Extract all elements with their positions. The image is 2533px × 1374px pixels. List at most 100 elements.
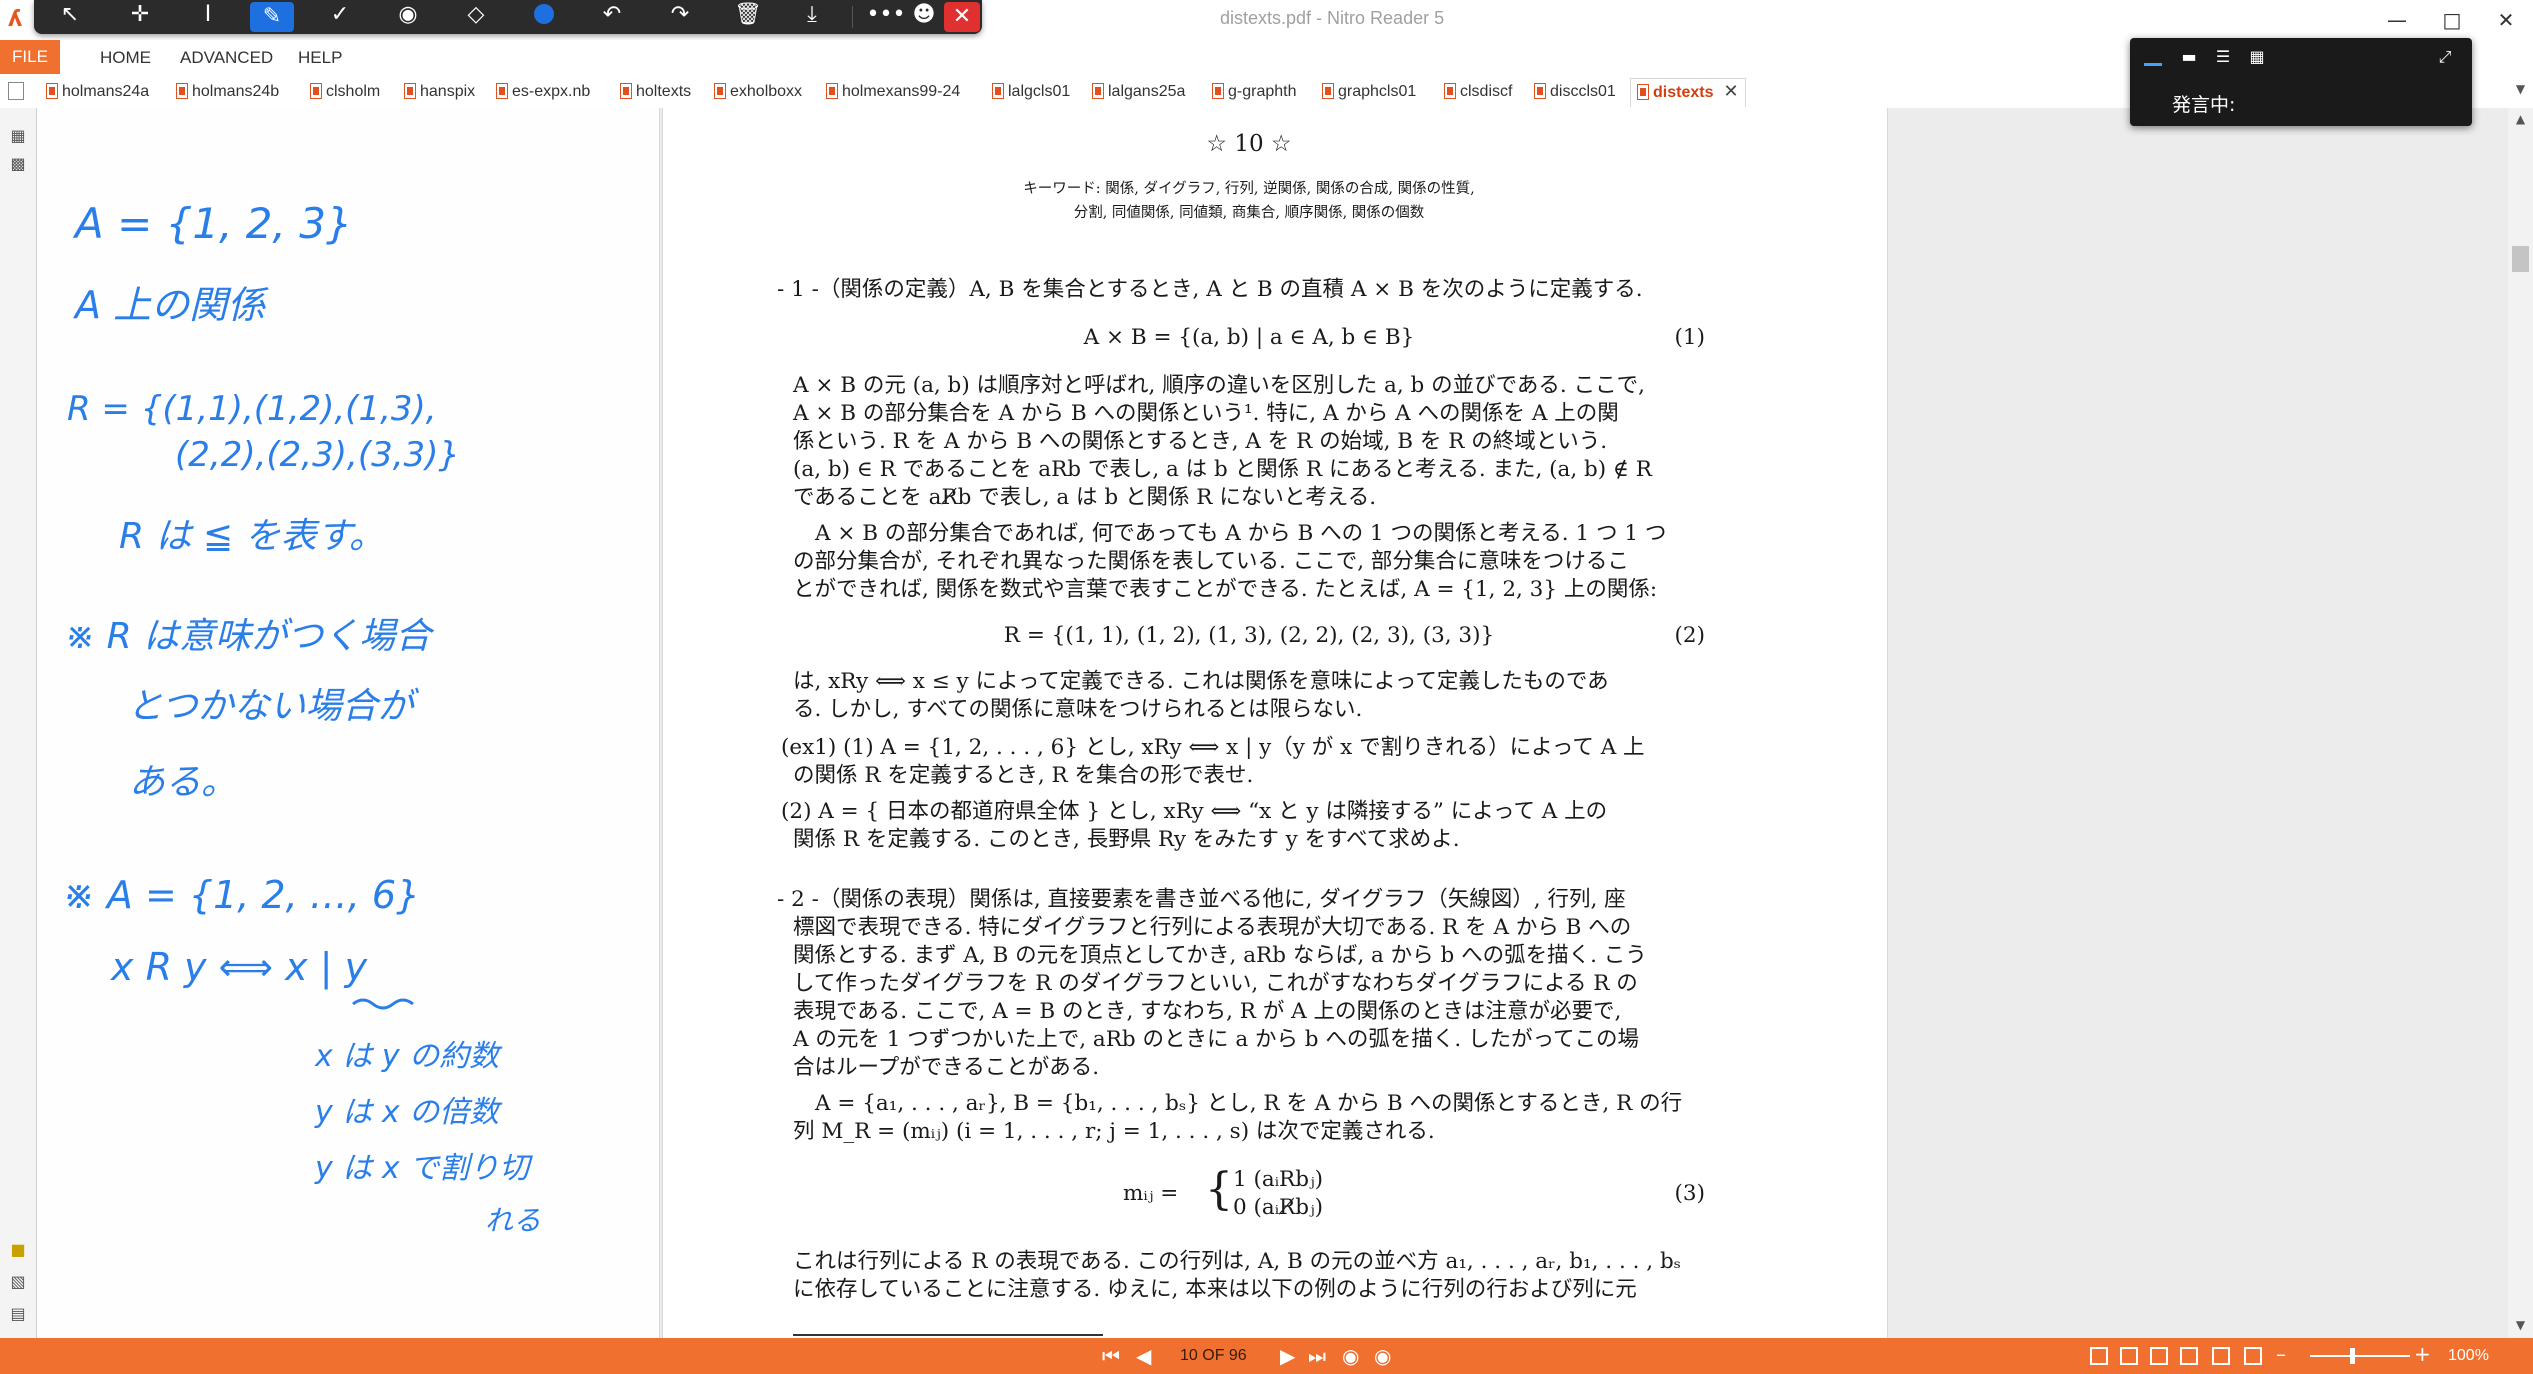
scrollbar-thumb[interactable] xyxy=(2512,246,2529,272)
menu-advanced[interactable]: ADVANCED xyxy=(180,48,273,68)
tab-clsdiscf[interactable]: clsdiscf xyxy=(1444,80,1512,104)
text-line: A × B の部分集合であれば, 何であっても A から B への 1 つの関係… xyxy=(815,521,1667,546)
underline-stroke xyxy=(352,998,414,1010)
note-line: A = {1, 2, 3} xyxy=(72,199,353,248)
last-page-icon[interactable]: ⏭ xyxy=(1308,1344,1326,1368)
first-page-icon[interactable]: ⏮ xyxy=(1102,1344,1120,1368)
tab-es-expx[interactable]: es-expx.nb xyxy=(496,80,590,104)
text-line: 標図で表現できる. 特にダイグラフと行列による表現が大切である. R を A か… xyxy=(793,915,1632,940)
menu-help[interactable]: HELP xyxy=(298,48,342,68)
vertical-scrollbar[interactable]: ▲ ▼ xyxy=(2508,108,2533,1338)
handwritten-notes-panel[interactable]: A = {1, 2, 3} A 上の関係 R = {(1,1),(1,2),(1… xyxy=(37,108,660,1338)
zoom-slider[interactable] xyxy=(2310,1355,2410,1357)
zoom-level[interactable]: 100% xyxy=(2448,1347,2489,1365)
equation: A × B = {(a, b) | a ∈ A, b ∈ B} xyxy=(1083,325,1415,350)
tab-clsholm[interactable]: clsholm xyxy=(310,80,380,104)
forward-view-icon[interactable]: ◉ xyxy=(1374,1344,1391,1368)
share-icon[interactable]: ☻ xyxy=(902,0,946,34)
text-line: 関係とする. まず A, B の元を頂点としてかき, aRb ならば, a から… xyxy=(793,943,1647,968)
scroll-down-icon[interactable]: ▼ xyxy=(2512,1318,2529,1332)
pointer-icon[interactable]: ↖ xyxy=(48,0,92,34)
mode-line-icon[interactable] xyxy=(2138,46,2168,68)
text-line: 係という. R を A から B への関係とするとき, A を R の始域, B… xyxy=(793,429,1608,454)
tab-holmans24b[interactable]: holmans24b xyxy=(176,80,279,104)
tab-close-icon[interactable]: ✕ xyxy=(1723,81,1738,101)
close-icon[interactable]: ✕ xyxy=(944,2,980,32)
output-panel-icon[interactable]: ▤ xyxy=(8,1304,28,1324)
redo-icon[interactable]: ↷ xyxy=(658,0,702,34)
text-line: A × B の元 (a, b) は順序対と呼ばれ, 順序の違いを区別した a, … xyxy=(793,373,1645,398)
note-line: x は y の約数 xyxy=(314,1039,503,1074)
nitro-logo-icon: ʎ xyxy=(8,7,23,32)
tab-g-graphth[interactable]: g-graphth xyxy=(1212,80,1297,104)
fit-page-icon[interactable] xyxy=(2244,1347,2262,1365)
text-line: (2) A = { 日本の都道府県全体 } とし, xRy ⟺ “x と y は… xyxy=(781,799,1608,824)
save-icon[interactable]: ⤓ xyxy=(790,0,834,34)
pages-panel-icon[interactable]: ▦ xyxy=(8,126,28,146)
eraser-icon[interactable]: ◇ xyxy=(454,0,498,34)
tab-graphcls01[interactable]: graphcls01 xyxy=(1322,80,1416,104)
previous-page-icon[interactable]: ◀ xyxy=(1136,1344,1151,1368)
bookmarks-panel-icon[interactable]: ▩ xyxy=(8,154,28,174)
pen-toolbar: ↖ ✛ I ✎ ✓ ◉ ◇ ↶ ↷ 🗑 ⤓ ••• ☻ ✕ xyxy=(34,0,982,34)
equation-number: (2) xyxy=(1674,623,1705,648)
text-line: る. しかし, すべての関係に意味をつけられるとは限らない. xyxy=(793,697,1363,722)
pdf-file-icon xyxy=(1092,83,1104,99)
handwriting-layer: A = {1, 2, 3} A 上の関係 R = {(1,1),(1,2),(1… xyxy=(63,199,541,1237)
note-line: ※ A = {1, 2, …, 6} xyxy=(63,873,420,917)
tab-holtexts[interactable]: holtexts xyxy=(620,80,691,104)
text-line: の部分集合が, それぞれ異なった関係を表している. ここで, 部分集合に意味をつ… xyxy=(793,549,1629,574)
pan-icon[interactable]: ✛ xyxy=(118,0,162,34)
close-window-icon[interactable]: ✕ xyxy=(2484,4,2528,36)
facing-view-icon[interactable] xyxy=(2150,1347,2168,1365)
tab-hanspix[interactable]: hanspix xyxy=(404,80,475,104)
tab-exholboxx[interactable]: exholboxx xyxy=(714,80,802,104)
page-indicator[interactable]: 10 OF 96 xyxy=(1180,1347,1247,1365)
tab-holmans24a[interactable]: holmans24a xyxy=(46,80,149,104)
tab-lalgans25a[interactable]: lalgans25a xyxy=(1092,80,1185,104)
continuous-view-icon[interactable] xyxy=(2120,1347,2138,1365)
mode-list-icon[interactable]: ☰ xyxy=(2208,46,2238,68)
keywords-line: 分割, 同値関係, 同値類, 商集合, 順序関係, 関係の個数 xyxy=(1073,205,1425,221)
document-area[interactable]: ☆ 10 ☆ キーワード: 関係, ダイグラフ, 行列, 逆関係, 関係の合成,… xyxy=(660,108,2510,1338)
tab-lalgcls01[interactable]: lalgcls01 xyxy=(992,80,1070,104)
tab-list-icon[interactable] xyxy=(8,82,24,100)
tab-disccls01[interactable]: disccls01 xyxy=(1534,80,1616,104)
ribbon-collapse-icon[interactable]: ▼ xyxy=(2512,82,2529,96)
menu-home[interactable]: HOME xyxy=(100,48,151,68)
undo-icon[interactable]: ↶ xyxy=(590,0,634,34)
next-page-icon[interactable]: ▶ xyxy=(1280,1344,1295,1368)
fit-width-icon[interactable] xyxy=(2212,1347,2230,1365)
text-cursor-icon[interactable]: I xyxy=(186,0,230,34)
status-bar: ⏮ ◀ 10 OF 96 ▶ ⏭ ◉ ◉ – + 100% xyxy=(0,1338,2533,1374)
comments-panel-icon[interactable]: ■ xyxy=(8,1240,28,1260)
stamp-icon[interactable]: ◉ xyxy=(386,0,430,34)
single-page-view-icon[interactable] xyxy=(2090,1347,2108,1365)
check-icon[interactable]: ✓ xyxy=(318,0,362,34)
attachments-panel-icon[interactable]: ▧ xyxy=(8,1272,28,1292)
matrix-case: 0 (aᵢR̸bⱼ) xyxy=(1233,1195,1324,1220)
page-heading: ☆ 10 ☆ xyxy=(1206,131,1292,157)
facing-continuous-view-icon[interactable] xyxy=(2180,1347,2198,1365)
mode-compact-icon[interactable]: ▬ xyxy=(2174,46,2204,68)
tab-holmexans99-24[interactable]: holmexans99-24 xyxy=(826,80,960,104)
back-view-icon[interactable]: ◉ xyxy=(1342,1344,1359,1368)
text-line: に依存していることに注意する. ゆえに, 本来は以下の例のように行列の行および列… xyxy=(793,1277,1637,1302)
text-line: 合はループができることがある. xyxy=(793,1055,1100,1080)
color-dot-icon[interactable] xyxy=(522,0,566,34)
menu-file[interactable]: FILE xyxy=(0,40,60,74)
text-line: A の元を 1 つずつかいた上で, aRb のときに a から b への弧を描く… xyxy=(793,1027,1639,1052)
pdf-file-icon xyxy=(1444,83,1456,99)
minimize-icon[interactable]: — xyxy=(2375,4,2419,36)
zoom-out-icon[interactable]: – xyxy=(2276,1342,2286,1366)
mode-grid-icon[interactable]: ▦ xyxy=(2242,46,2272,68)
text-line: A × B の部分集合を A から B への関係という¹. 特に, A から A… xyxy=(793,401,1619,426)
zoom-slider-thumb[interactable] xyxy=(2350,1348,2355,1364)
tab-distexts[interactable]: distexts ✕ xyxy=(1630,78,1746,107)
trash-icon[interactable]: 🗑 xyxy=(726,0,770,34)
zoom-in-icon[interactable]: + xyxy=(2414,1342,2431,1366)
maximize-icon[interactable]: □ xyxy=(2430,4,2474,36)
expand-icon[interactable]: ⤢ xyxy=(2430,46,2460,68)
scroll-up-icon[interactable]: ▲ xyxy=(2512,112,2529,126)
pen-icon[interactable]: ✎ xyxy=(250,2,294,32)
